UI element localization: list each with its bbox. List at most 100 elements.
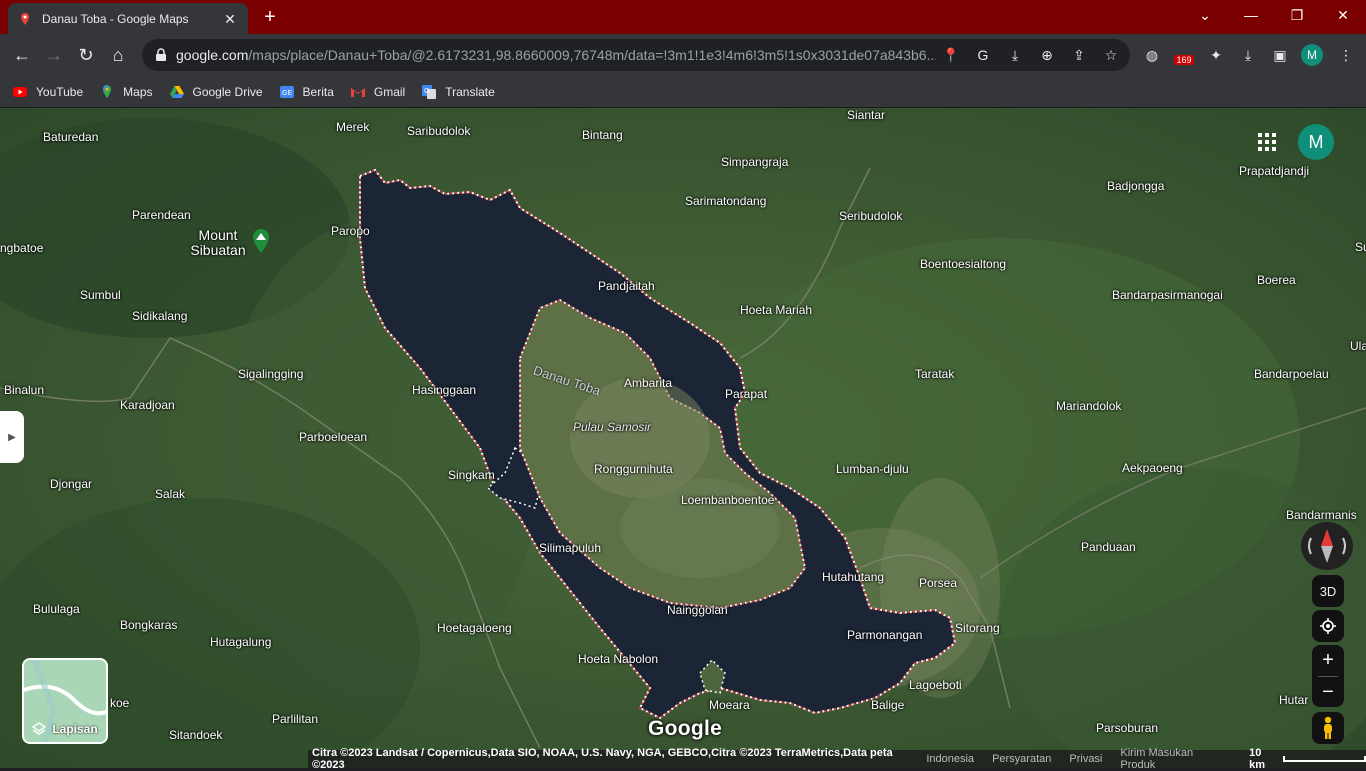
place-label[interactable]: Aekpaoeng: [1122, 461, 1183, 475]
address-bar[interactable]: google.com/maps/place/Danau+Toba/@2.6173…: [142, 39, 1130, 71]
place-label[interactable]: Sitandoek: [169, 728, 222, 742]
extensions-puzzle-icon[interactable]: ✦: [1204, 43, 1228, 67]
tab-search-icon[interactable]: ⌄: [1182, 0, 1228, 30]
forward-icon[interactable]: →: [40, 41, 68, 69]
place-label[interactable]: Hasinggaan: [412, 383, 476, 397]
zoom-in-button[interactable]: +: [1312, 645, 1344, 676]
bookmark-youtube[interactable]: YouTube: [12, 84, 83, 100]
bookmark-berita[interactable]: GE Berita: [279, 84, 334, 100]
place-label[interactable]: Ronggurnihuta: [594, 462, 673, 476]
place-label[interactable]: Paropo: [331, 224, 370, 238]
collapse-side-panel-button[interactable]: ▶: [0, 411, 24, 463]
place-label[interactable]: Parapat: [725, 387, 767, 401]
install-app-icon[interactable]: ⤓: [1004, 45, 1026, 65]
place-label[interactable]: Nainggolan: [667, 603, 728, 617]
new-tab-button[interactable]: +: [258, 6, 282, 30]
place-label[interactable]: Silimapuluh: [539, 541, 601, 555]
place-label[interactable]: Panduaan: [1081, 540, 1136, 554]
place-label[interactable]: Boerea: [1257, 273, 1296, 287]
place-label[interactable]: Ula: [1350, 339, 1366, 353]
compass-button[interactable]: [1301, 522, 1353, 570]
place-label[interactable]: Merek: [336, 120, 369, 134]
street-view-pegman[interactable]: [1312, 712, 1344, 744]
downloads-icon[interactable]: ⤓: [1236, 43, 1260, 67]
place-label[interactable]: Karadjoan: [120, 398, 175, 412]
layers-button[interactable]: Lapisan: [22, 658, 108, 744]
share-icon[interactable]: ⇪: [1068, 45, 1090, 65]
place-label[interactable]: Seribudolok: [839, 209, 902, 223]
place-label[interactable]: Hutahutang: [822, 570, 884, 584]
close-window-icon[interactable]: ✕: [1320, 0, 1366, 30]
place-label[interactable]: ngbatoe: [0, 241, 43, 255]
place-label[interactable]: Bintang: [582, 128, 623, 142]
feedback-link[interactable]: Kirim Masukan Produk: [1120, 747, 1227, 771]
place-label[interactable]: Binalun: [4, 383, 44, 397]
place-label[interactable]: Moeara: [709, 698, 750, 712]
place-label[interactable]: Singkam: [448, 468, 495, 482]
country-link[interactable]: Indonesia: [926, 753, 974, 765]
terms-link[interactable]: Persyaratan: [992, 753, 1051, 765]
restore-icon[interactable]: ❐: [1274, 0, 1320, 30]
place-label[interactable]: Ambarita: [624, 376, 672, 390]
place-label[interactable]: Taratak: [915, 367, 954, 381]
privacy-link[interactable]: Privasi: [1069, 753, 1102, 765]
browser-tab[interactable]: Danau Toba - Google Maps ✕: [8, 3, 248, 34]
back-icon[interactable]: ←: [8, 41, 36, 69]
place-label[interactable]: Parlilitan: [272, 712, 318, 726]
place-label[interactable]: Sigalingging: [238, 367, 303, 381]
place-label[interactable]: Sitorang: [955, 621, 1000, 635]
place-label[interactable]: Hutagalung: [210, 635, 271, 649]
place-label[interactable]: Prapatdjandji: [1239, 164, 1309, 178]
reload-icon[interactable]: ↻: [72, 41, 100, 69]
place-label[interactable]: Sidikalang: [132, 309, 187, 323]
my-location-button[interactable]: [1312, 610, 1344, 642]
google-lens-icon[interactable]: G: [972, 45, 994, 65]
place-label[interactable]: Parmonangan: [847, 628, 922, 642]
place-label[interactable]: Djongar: [50, 477, 92, 491]
place-label[interactable]: Balige: [871, 698, 904, 712]
place-label[interactable]: koe: [110, 696, 129, 710]
place-label[interactable]: Baturedan: [43, 130, 98, 144]
place-label[interactable]: Badjongga: [1107, 179, 1164, 193]
place-label[interactable]: Hoeta Nabolon: [578, 652, 658, 666]
place-label[interactable]: Saribudolok: [407, 124, 470, 138]
place-label[interactable]: Siantar: [847, 108, 885, 122]
place-label[interactable]: Bandarpoelau: [1254, 367, 1329, 381]
account-avatar[interactable]: M: [1298, 124, 1334, 160]
place-label[interactable]: Mariandolok: [1056, 399, 1121, 413]
place-label[interactable]: Boentoesialtong: [920, 257, 1006, 271]
place-label[interactable]: Hoeta Mariah: [740, 303, 812, 317]
google-apps-icon[interactable]: [1257, 132, 1277, 152]
menu-dots-icon[interactable]: ⋮: [1334, 43, 1358, 67]
place-label[interactable]: Bululaga: [33, 602, 80, 616]
place-label[interactable]: Bandarmanis: [1286, 508, 1357, 522]
3d-toggle-button[interactable]: 3D: [1312, 575, 1344, 607]
mountain-pin-icon[interactable]: [252, 229, 270, 253]
place-label[interactable]: Sumbul: [80, 288, 121, 302]
zoom-out-button[interactable]: −: [1312, 677, 1344, 708]
place-label[interactable]: Lumban-djulu: [836, 462, 909, 476]
place-label[interactable]: Parsoburan: [1096, 721, 1158, 735]
place-label[interactable]: Hutar: [1279, 693, 1308, 707]
close-tab-icon[interactable]: ✕: [222, 11, 238, 27]
side-panel-icon[interactable]: ▣: [1268, 43, 1292, 67]
place-label[interactable]: Porsea: [919, 576, 957, 590]
bookmark-star-icon[interactable]: ☆: [1100, 45, 1122, 65]
scale-bar[interactable]: 10 km: [1249, 747, 1366, 771]
extension-badge-icon[interactable]: 169: [1172, 43, 1196, 67]
mountain-label[interactable]: Mount Sibuatan: [188, 228, 248, 258]
location-icon[interactable]: 📍: [940, 45, 962, 65]
place-label[interactable]: Bongkaras: [120, 618, 177, 632]
place-label[interactable]: Parendean: [132, 208, 191, 222]
minimize-icon[interactable]: —: [1228, 0, 1274, 30]
bookmark-translate[interactable]: G Translate: [421, 84, 495, 100]
place-label[interactable]: Sarimatondang: [685, 194, 766, 208]
place-label[interactable]: Parboeloean: [299, 430, 367, 444]
profile-avatar[interactable]: M: [1301, 44, 1323, 66]
place-label[interactable]: Hoetagaloeng: [437, 621, 512, 635]
place-label[interactable]: Pandjaitah: [598, 279, 655, 293]
place-label[interactable]: Loembanboentoe: [681, 493, 774, 507]
globe-icon[interactable]: ◍: [1140, 43, 1164, 67]
place-label[interactable]: Simpangraja: [721, 155, 788, 169]
place-label[interactable]: Bandarpasirmanogai: [1112, 288, 1223, 302]
